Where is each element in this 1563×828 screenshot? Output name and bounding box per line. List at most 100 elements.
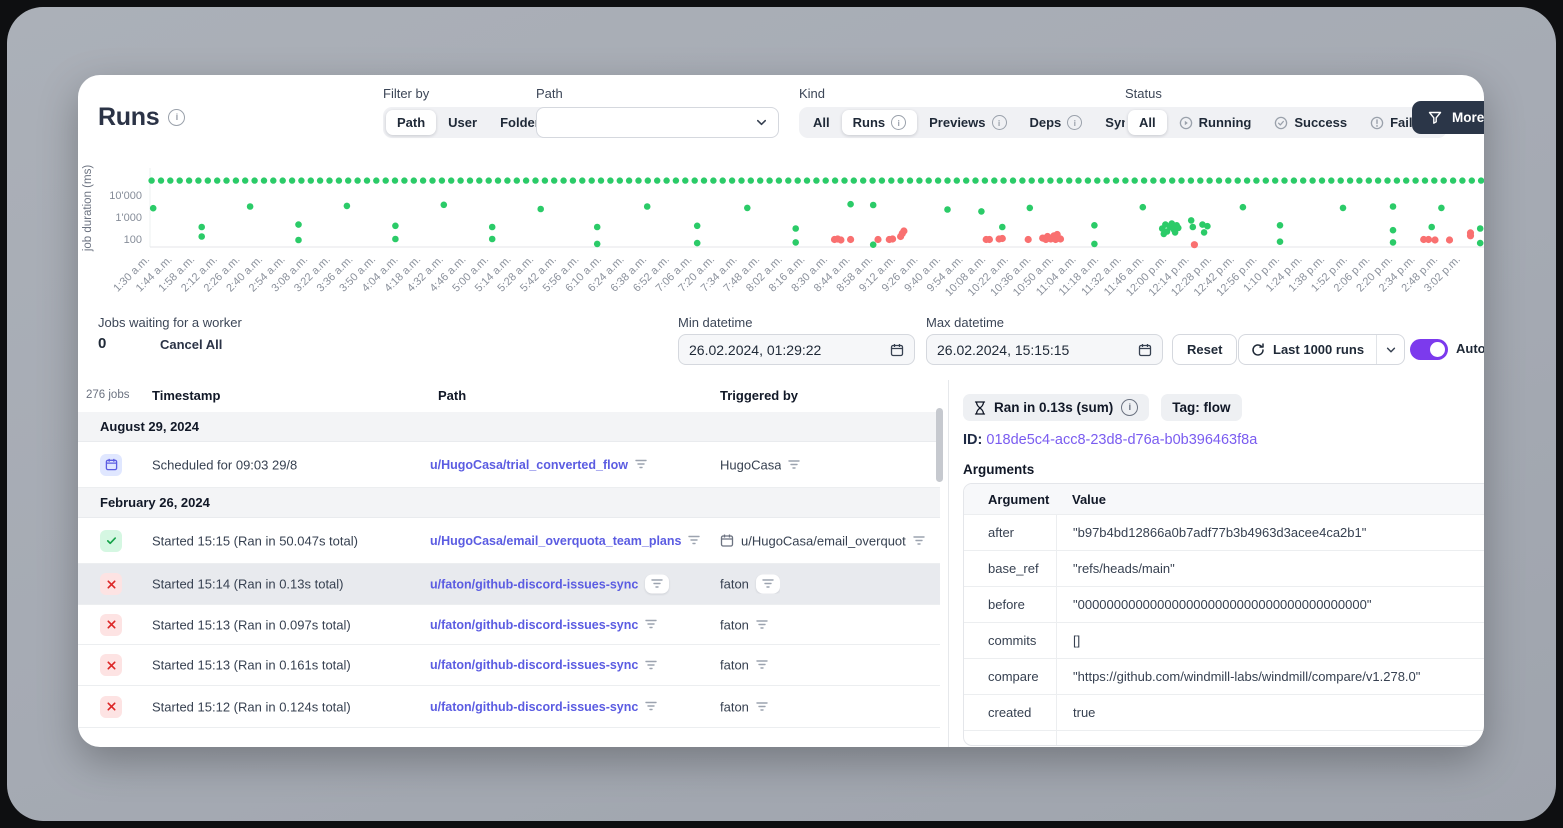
chevron-down-icon [1385,344,1397,356]
status-label: Status [1125,86,1447,101]
run-path-link[interactable]: u/HugoCasa/email_overquota_team_plans [430,534,681,548]
run-id-value[interactable]: 018de5c4-acc8-23d8-d76a-b0b396463f8a [986,432,1257,448]
status-option-running[interactable]: Running [1168,110,1263,135]
alert-circle-icon [1370,116,1384,130]
tag-badge: Tag: flow [1161,394,1241,421]
last-runs-split-button: Last 1000 runs [1238,334,1405,365]
filter-icon[interactable] [645,660,657,671]
kind-option-runs[interactable]: Runsi [842,110,918,135]
play-circle-icon [1179,116,1193,130]
runs-app-window: Runs i Filter by Path User Folder Path K… [78,75,1484,747]
auto-refresh-toggle[interactable] [1410,339,1448,360]
run-row[interactable]: Started 15:12 (Ran in 0.124s total) u/fat… [78,686,940,728]
min-datetime-input[interactable]: 26.02.2024, 01:29:22 [678,334,915,365]
failure-status-icon [100,614,122,636]
filter-by-user[interactable]: User [437,110,488,135]
run-timestamp: Started 15:13 (Ran in 0.097s total) [152,617,351,632]
filter-icon[interactable] [635,459,647,470]
page-title: Runs i [98,103,185,132]
run-timestamp: Started 15:12 (Ran in 0.124s total) [152,699,351,714]
filter-by-path[interactable]: Path [386,110,436,135]
page-title-text: Runs [98,103,159,132]
arguments-title: Arguments [963,462,1034,477]
run-row[interactable]: Started 15:15 (Ran in 50.047s total)u/Hu… [78,518,940,564]
jobs-waiting-count: 0 [98,335,106,352]
argument-row: after"b97b4bd12866a0b7adf77b3b4963d3acee… [964,514,1484,550]
run-path-link[interactable]: u/faton/github-discord-issues-sync [430,658,638,672]
status-option-label: Success [1294,115,1347,130]
run-row[interactable]: Started 15:14 (Ran in 0.13s total) u/fato… [78,564,940,605]
argument-row: base_ref"refs/heads/main" [964,550,1484,586]
arguments-table-header: Argument Value [964,484,1484,514]
scheduled-status-icon [100,454,122,476]
filter-icon[interactable] [788,459,800,470]
svg-text:job duration (ms): job duration (ms) [82,165,94,252]
failure-status-icon [100,573,122,595]
duration-badge-text: Ran in 0.13s (sum) [994,400,1113,415]
run-path-link[interactable]: u/faton/github-discord-issues-sync [430,700,638,714]
run-path-link[interactable]: u/faton/github-discord-issues-sync [430,577,638,591]
run-path-link[interactable]: u/HugoCasa/trial_converted_flow [430,458,628,472]
filter-icon[interactable] [645,575,669,594]
duration-info-icon[interactable]: i [1121,399,1138,416]
main-area: 276 jobs Timestamp Path Triggered by Aug… [78,380,1484,747]
argument-name: compare [964,669,1056,684]
last-runs-button[interactable]: Last 1000 runs [1239,335,1376,364]
argument-value: "b97b4bd12866a0b7adf77b3b4963d3acee4ca2b… [1056,515,1366,550]
filter-icon[interactable] [756,575,780,594]
runs-info-icon[interactable]: i [168,109,185,126]
status-option-success[interactable]: Success [1263,110,1358,135]
cancel-all-button[interactable]: Cancel All [160,337,222,352]
kind-option-label: Deps [1030,115,1062,130]
path-filter-group: Path [536,86,779,138]
run-timestamp: Started 15:14 (Ran in 0.13s total) [152,577,344,592]
svg-text:1'000: 1'000 [115,212,142,224]
max-datetime-input[interactable]: 26.02.2024, 15:15:15 [926,334,1163,365]
calendar-icon [1138,343,1152,357]
more-filters-button[interactable]: More filters [1412,101,1484,134]
status-option-all[interactable]: All [1128,110,1167,135]
runs-table-header: 276 jobs Timestamp Path Triggered by [78,380,940,413]
run-detail-badges: Ran in 0.13s (sum) i Tag: flow [963,394,1242,421]
run-row[interactable]: Started 15:13 (Ran in 0.097s total) u/fat… [78,605,940,645]
filter-icon[interactable] [645,619,657,630]
filter-icon[interactable] [756,619,768,630]
kind-option-all[interactable]: All [802,110,841,135]
svg-text:10'000: 10'000 [109,190,142,202]
kind-option-deps[interactable]: Depsi [1019,110,1094,135]
filter-icon[interactable] [913,535,925,546]
last-runs-dropdown-button[interactable] [1376,335,1404,364]
kind-segmented: AllRunsiPreviewsiDepsiSynci [799,107,1171,138]
filter-icon[interactable] [645,701,657,712]
arguments-table: Argument Value after"b97b4bd12866a0b7adf… [963,483,1484,746]
refresh-icon [1251,343,1265,357]
reset-button[interactable]: Reset [1172,334,1237,365]
jobs-count: 276 jobs [86,389,129,401]
argument-row: commits[] [964,622,1484,658]
status-option-label: All [1139,115,1156,130]
toggle-knob [1430,342,1445,357]
table-scrollbar[interactable] [936,408,943,482]
run-triggered-by: faton [720,658,749,673]
filter-icon[interactable] [756,660,768,671]
argument-name: commits [964,633,1056,648]
run-path-link[interactable]: u/faton/github-discord-issues-sync [430,618,638,632]
argument-name: base_ref [964,561,1056,576]
argument-row: compare"https://github.com/windmill-labs… [964,658,1484,694]
argument-value: "000000000000000000000000000000000000000… [1056,587,1371,622]
run-triggered-by: faton [720,617,749,632]
run-row[interactable]: Started 15:13 (Ran in 0.161s total)u/fat… [78,645,940,686]
success-status-icon [100,530,122,552]
filter-icon[interactable] [756,701,768,712]
calendar-icon [890,343,904,357]
col-path: Path [438,388,466,403]
argument-value: [] [1056,623,1080,658]
path-select[interactable] [536,107,779,138]
status-segmented: AllRunningSuccessFailure [1125,107,1447,138]
kind-option-previews[interactable]: Previewsi [918,110,1017,135]
run-id-line: ID: 018de5c4-acc8-23d8-d76a-b0b396463f8a [963,432,1257,448]
filter-icon[interactable] [688,535,700,546]
kind-label: Kind [799,86,1171,101]
duration-scatter-chart[interactable]: job duration (ms)10'0001'0001001:30 a.m.… [78,160,1484,315]
run-row[interactable]: Scheduled for 09:03 29/8u/HugoCasa/trial… [78,442,940,488]
